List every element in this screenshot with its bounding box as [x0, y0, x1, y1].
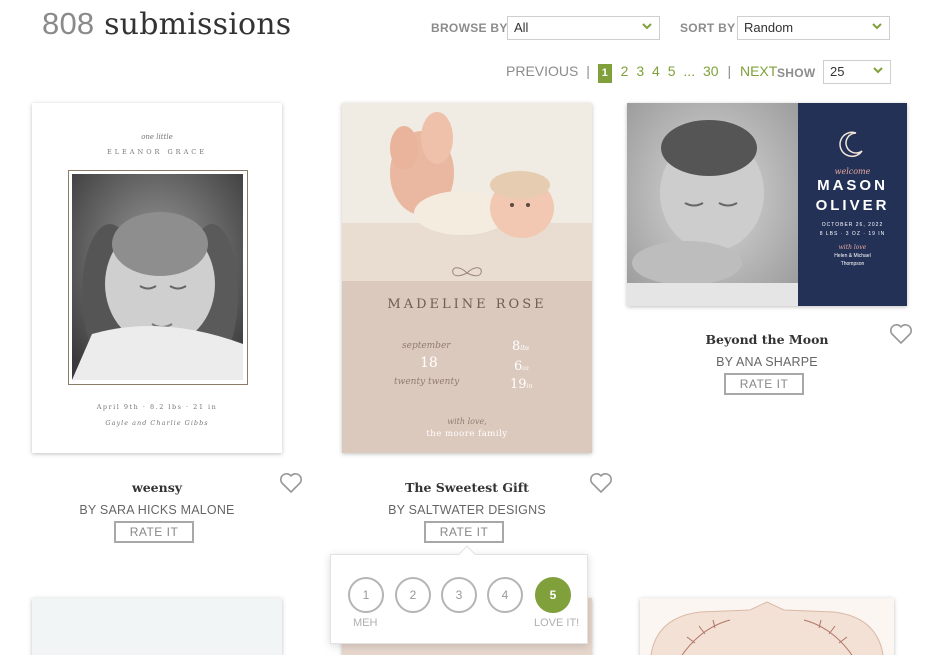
card-title[interactable]: weensy [32, 480, 282, 495]
card-image-row2-3[interactable] [640, 598, 894, 655]
next-link[interactable]: NEXT [740, 63, 777, 79]
heart-outline-icon[interactable] [589, 472, 613, 494]
card-image-the-sweetest-gift[interactable]: MADELINE ROSE september 18 twenty twenty… [342, 103, 592, 453]
card-art-text: one little [141, 133, 173, 141]
bow-icon [452, 267, 482, 277]
rate-it-button[interactable]: RATE IT [424, 521, 504, 543]
rating-option-2[interactable]: 2 [395, 577, 431, 613]
baby-photo [627, 103, 798, 306]
card-art-text: the moore family [426, 429, 508, 439]
rating-option-4[interactable]: 4 [487, 577, 523, 613]
card-art-text: Helen & Michael [834, 253, 871, 259]
card-art-text: MASON [817, 177, 888, 194]
photo-frame [68, 170, 248, 385]
card-art-text: OCTOBER 26, 2022 [821, 222, 884, 228]
pagination-ellipsis: ... [683, 63, 696, 79]
card-image-row2-1[interactable] [32, 598, 282, 655]
page-link-4[interactable]: 4 [652, 63, 660, 79]
show-value: 25 [830, 64, 845, 79]
page-current[interactable]: 1 [597, 64, 612, 83]
pagination: PREVIOUS | 1 2 3 4 5 ... 30 | NEXT [506, 63, 777, 83]
card-art-text: April 9th · 8.2 lbs · 21 in [96, 403, 218, 411]
browse-by-select[interactable]: All [507, 16, 660, 40]
pagination-separator: | [586, 63, 590, 79]
card-image-weensy[interactable]: one little ELEANOR GRACE April 9th · 8.2… [32, 103, 282, 453]
chevron-down-icon [873, 67, 883, 74]
card-title[interactable]: Beyond the Moon [627, 332, 907, 347]
floral-wreath-art [650, 601, 884, 655]
card-art-text: 8 LBS · 3 OZ · 19 IN [819, 231, 886, 237]
card-art-text: september [402, 341, 451, 351]
show-label: SHOW [777, 66, 816, 80]
page-link-30[interactable]: 30 [703, 63, 719, 79]
card-art-text: OLIVER [815, 197, 890, 214]
card-title[interactable]: The Sweetest Gift [342, 480, 592, 495]
page-link-2[interactable]: 2 [621, 63, 629, 79]
sort-by-select[interactable]: Random [737, 16, 890, 40]
card-image-beyond-the-moon[interactable]: welcome MASON OLIVER OCTOBER 26, 2022 8 … [627, 103, 907, 306]
card-art-text: Thompson [840, 261, 865, 267]
show-per-page-select[interactable]: 25 [823, 60, 891, 84]
popup-caret [458, 545, 476, 563]
sort-by-label: SORT BY [680, 21, 736, 35]
rate-it-button[interactable]: RATE IT [724, 373, 804, 395]
card-art-text: 18 [420, 355, 438, 371]
rating-option-3[interactable]: 3 [441, 577, 477, 613]
card-art-text: oz [522, 365, 530, 372]
navy-panel: welcome MASON OLIVER OCTOBER 26, 2022 8 … [798, 103, 907, 306]
rate-it-button[interactable]: RATE IT [114, 521, 194, 543]
page-link-5[interactable]: 5 [668, 63, 676, 79]
submission-count: 808 [42, 6, 95, 41]
previous-link[interactable]: PREVIOUS [506, 63, 578, 79]
card-art-text: in [526, 383, 533, 390]
rating-popup: 1 2 3 4 5 MEH LOVE IT! [330, 545, 588, 644]
card-art-text: Gayle and Charlie Gibbs [105, 419, 209, 427]
card-art-text: lbs [520, 345, 530, 352]
card-art-text: twenty twenty [394, 377, 460, 387]
baby-photo [72, 174, 243, 380]
card-art-text: with love, [447, 417, 487, 426]
page-title: 808 submissions [42, 6, 291, 42]
page-link-3[interactable]: 3 [636, 63, 644, 79]
card-art-text: 19 [510, 377, 527, 392]
chevron-down-icon [642, 23, 652, 30]
rating-option-5[interactable]: 5 [535, 577, 571, 613]
browse-by-label: BROWSE BY [431, 21, 508, 35]
page-title-text: submissions [104, 7, 292, 42]
card-art-text: ELEANOR GRACE [107, 148, 207, 156]
heart-outline-icon[interactable] [279, 472, 303, 494]
card-art-text: with love [838, 244, 867, 251]
heart-outline-icon[interactable] [889, 323, 913, 345]
pagination-separator: | [727, 63, 732, 79]
rating-option-1[interactable]: 1 [348, 577, 384, 613]
card-designer[interactable]: BY SARA HICKS MALONE [32, 503, 282, 517]
card-art-text: welcome [834, 167, 871, 176]
card-art-text: MADELINE ROSE [387, 297, 547, 312]
card-designer[interactable]: BY ANA SHARPE [627, 355, 907, 369]
rating-low-caption: MEH [353, 617, 378, 629]
card-designer[interactable]: BY SALTWATER DESIGNS [342, 503, 592, 517]
baby-photo [342, 103, 592, 281]
browse-by-value: All [514, 20, 529, 35]
chevron-down-icon [872, 23, 882, 30]
sort-by-value: Random [744, 20, 794, 35]
moon-icon [839, 131, 863, 158]
rating-high-caption: LOVE IT! [534, 617, 580, 629]
